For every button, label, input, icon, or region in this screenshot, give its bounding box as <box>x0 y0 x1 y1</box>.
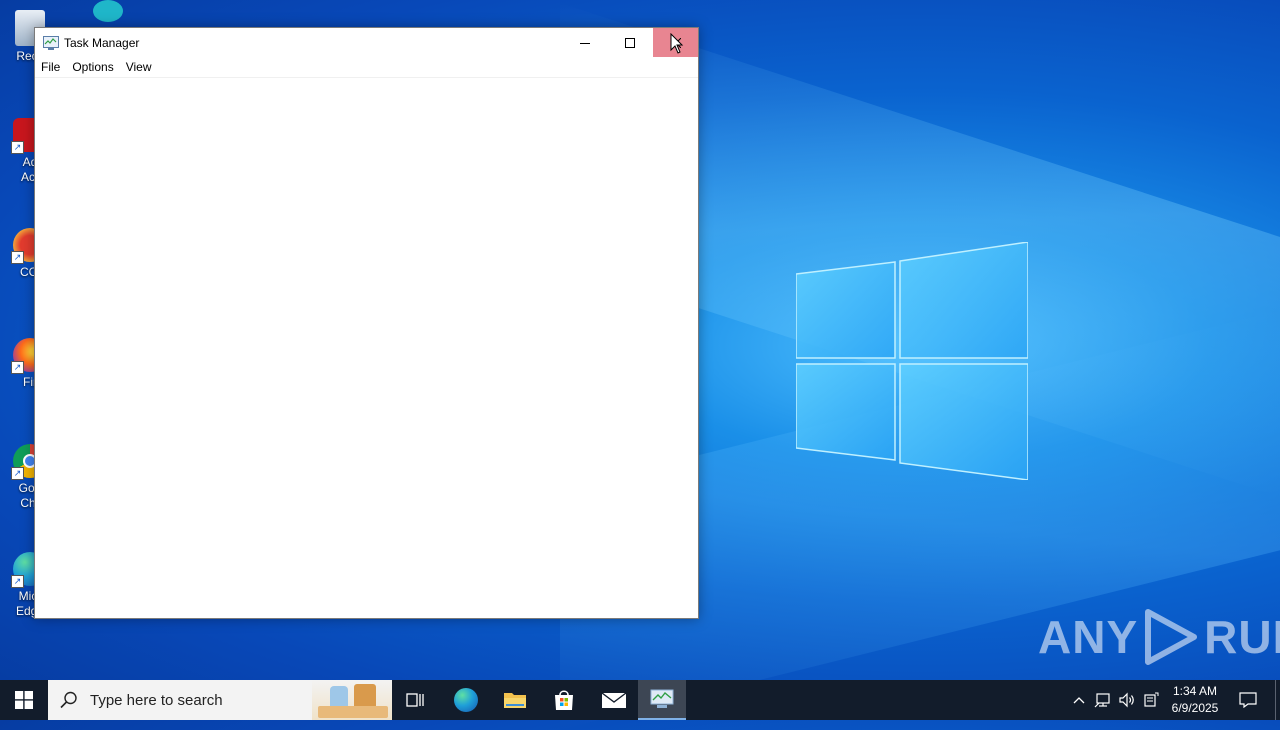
shortcut-arrow-icon: ↗ <box>11 141 24 154</box>
network-icon <box>1094 693 1110 708</box>
task-manager-icon <box>43 35 59 50</box>
shortcut-arrow-icon: ↗ <box>11 251 24 264</box>
menu-options[interactable]: Options <box>72 60 113 74</box>
window-title: Task Manager <box>64 35 140 50</box>
watermark-text-right: RUN <box>1204 611 1280 663</box>
task-view-button[interactable] <box>392 680 440 720</box>
taskbar-mail[interactable] <box>590 680 638 720</box>
maximize-button[interactable] <box>607 28 652 57</box>
minimize-button[interactable] <box>562 28 607 57</box>
speaker-icon <box>1119 692 1134 708</box>
store-icon <box>555 690 573 710</box>
desktop-icon-ccleaner-top[interactable] <box>88 0 128 25</box>
network-tray-button[interactable] <box>1092 680 1114 720</box>
folder-icon <box>504 693 526 708</box>
task-view-icon <box>406 693 424 707</box>
windows-start-icon <box>15 691 33 709</box>
app-icon <box>93 0 123 22</box>
shortcut-arrow-icon: ↗ <box>11 467 24 480</box>
windows-logo-wallpaper <box>796 242 1028 480</box>
play-logo-icon <box>1145 609 1198 665</box>
search-placeholder: Type here to search <box>90 691 223 709</box>
taskbar: Type here to search 1:34 AM 6/9/2025 <box>0 680 1280 720</box>
minimize-icon <box>579 42 590 44</box>
search-highlight-image <box>312 680 392 720</box>
task-manager-icon <box>650 689 674 708</box>
volume-tray-button[interactable] <box>1116 680 1138 720</box>
menu-bar: File Options View <box>35 57 698 78</box>
action-center-button[interactable] <box>1232 680 1264 720</box>
shortcut-arrow-icon: ↗ <box>11 361 24 374</box>
task-manager-window[interactable]: Task Manager File Options View <box>34 27 699 619</box>
taskbar-task-manager[interactable] <box>638 680 686 720</box>
taskbar-edge[interactable] <box>442 680 490 720</box>
taskbar-clock[interactable]: 1:34 AM 6/9/2025 <box>1166 683 1224 717</box>
anyrun-watermark: ANY RUN <box>1038 608 1280 666</box>
watermark-text-left: ANY <box>1038 611 1139 663</box>
notification-icon <box>1239 692 1257 708</box>
search-icon <box>60 691 77 709</box>
taskbar-microsoft-store[interactable] <box>540 680 588 720</box>
input-indicator-tray-button[interactable] <box>1140 680 1162 720</box>
clock-time: 1:34 AM <box>1172 684 1218 698</box>
mail-icon <box>601 692 627 708</box>
edge-icon <box>454 688 478 712</box>
clock-date: 6/9/2025 <box>1171 701 1219 715</box>
input-indicator-icon <box>1144 692 1159 707</box>
menu-file[interactable]: File <box>41 60 60 74</box>
mouse-cursor-icon <box>670 33 684 54</box>
maximize-icon <box>624 37 635 48</box>
shortcut-arrow-icon: ↗ <box>11 575 24 588</box>
start-button[interactable] <box>0 680 48 720</box>
show-hidden-icons-button[interactable] <box>1068 680 1090 720</box>
chevron-up-icon <box>1073 697 1085 704</box>
show-desktop-divider[interactable] <box>1275 680 1276 720</box>
title-bar[interactable]: Task Manager <box>35 28 698 57</box>
menu-view[interactable]: View <box>126 60 152 74</box>
taskbar-search-box[interactable]: Type here to search <box>48 680 392 720</box>
task-manager-content <box>35 78 698 618</box>
taskbar-file-explorer[interactable] <box>491 680 539 720</box>
